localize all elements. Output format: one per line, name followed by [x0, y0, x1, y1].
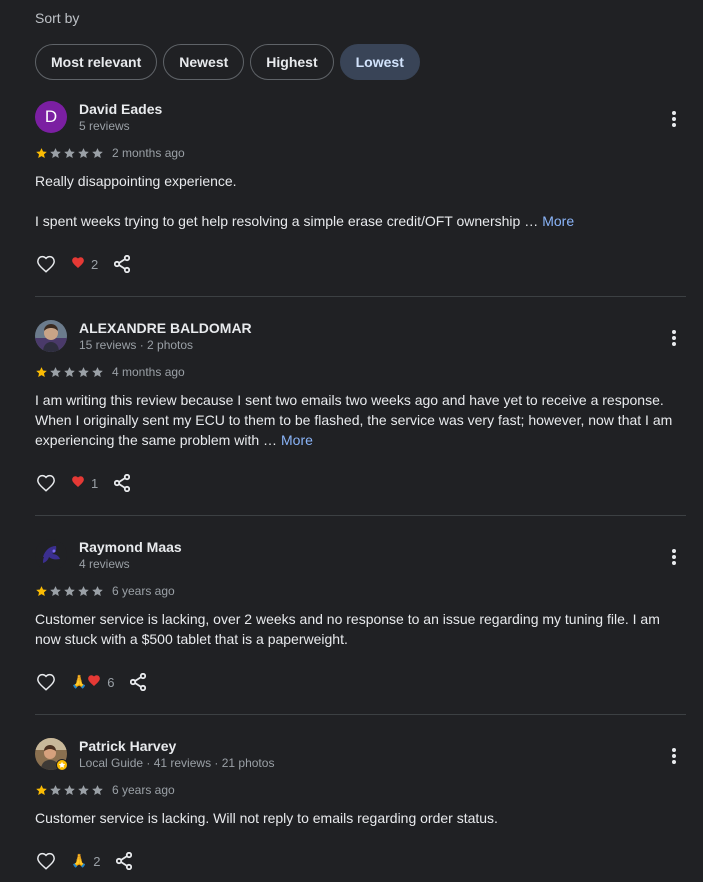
avatar[interactable]: D [35, 101, 67, 133]
star-empty-icon [92, 366, 103, 377]
star-filled-icon [36, 585, 47, 596]
star-empty-icon [64, 147, 75, 158]
star-empty-icon [50, 784, 61, 795]
review-text-line: I am writing this review because I sent … [35, 392, 673, 448]
rating-row: 4 months ago [35, 364, 185, 380]
pray-reaction-icon: 🙏 [71, 674, 88, 689]
review-text: Customer service is lacking. Will not re… [35, 808, 686, 828]
like-heart-icon[interactable] [35, 671, 57, 693]
star-filled-icon [36, 784, 47, 795]
star-empty-icon [64, 585, 75, 596]
reaction-count: 2 [91, 256, 99, 272]
local-guide-badge-icon [56, 759, 68, 771]
review-date: 4 months ago [112, 365, 185, 379]
review-actions: 1 [35, 471, 132, 495]
review-card: Raymond Maas 4 reviews 6 years ago Custo… [35, 539, 686, 699]
review-divider [35, 714, 686, 715]
reactions [71, 475, 85, 491]
review-text-line: Customer service is lacking. Will not re… [35, 810, 498, 826]
review-date: 6 years ago [112, 584, 175, 598]
share-icon[interactable] [112, 473, 132, 493]
review-card: ALEXANDRE BALDOMAR 15 reviews · 2 photos… [35, 320, 686, 500]
reaction-count: 2 [93, 853, 101, 869]
sort-chip-most-relevant[interactable]: Most relevant [35, 44, 158, 80]
reaction-count: 1 [91, 475, 99, 491]
like-heart-icon[interactable] [35, 472, 57, 494]
review-actions: 2 [35, 252, 132, 276]
sort-chip-newest[interactable]: Newest [163, 44, 245, 80]
reactions: 🙏 [71, 674, 101, 690]
review-author-meta: 5 reviews [79, 119, 130, 133]
heart-reaction-icon [71, 475, 85, 491]
share-icon[interactable] [114, 851, 134, 871]
review-divider [35, 296, 686, 297]
star-empty-icon [64, 366, 75, 377]
review-author-name[interactable]: ALEXANDRE BALDOMAR [79, 320, 252, 336]
review-text: Customer service is lacking, over 2 week… [35, 609, 686, 649]
more-options-icon[interactable] [662, 744, 686, 768]
sort-chip-highest[interactable]: Highest [250, 44, 334, 80]
share-icon[interactable] [128, 672, 148, 692]
pray-reaction-icon: 🙏 [71, 853, 88, 868]
star-empty-icon [92, 147, 103, 158]
reaction-count: 6 [107, 674, 115, 690]
more-options-icon[interactable] [662, 545, 686, 569]
review-author-name[interactable]: Patrick Harvey [79, 738, 176, 754]
like-heart-icon[interactable] [35, 850, 57, 872]
star-empty-icon [64, 784, 75, 795]
star-empty-icon [50, 366, 61, 377]
reactions [71, 256, 85, 272]
avatar[interactable] [35, 320, 67, 352]
review-text-paragraph: I am writing this review because I sent … [35, 390, 686, 450]
review-text: I am writing this review because I sent … [35, 390, 686, 450]
sort-chip-lowest[interactable]: Lowest [339, 44, 420, 80]
star-rating [35, 585, 104, 598]
star-rating [35, 147, 104, 160]
sort-chip-group: Most relevant Newest Highest Lowest [35, 44, 420, 80]
review-actions: 🙏 2 [35, 849, 134, 873]
review-actions: 🙏 6 [35, 670, 148, 694]
review-text: Really disappointing experience. I spent… [35, 171, 686, 231]
review-author-meta: 15 reviews · 2 photos [79, 338, 194, 352]
star-empty-icon [50, 585, 61, 596]
more-link[interactable]: More [542, 213, 574, 229]
reactions: 🙏 [71, 854, 87, 868]
review-date: 6 years ago [112, 783, 175, 797]
star-empty-icon [78, 366, 89, 377]
heart-reaction-icon [71, 256, 85, 272]
star-empty-icon [92, 784, 103, 795]
heart-reaction-icon [87, 674, 101, 690]
review-card: Patrick Harvey Local Guide · 41 reviews … [35, 738, 686, 878]
rating-row: 6 years ago [35, 782, 175, 798]
review-author-meta: Local Guide · 41 reviews · 21 photos [79, 756, 275, 770]
more-options-icon[interactable] [662, 107, 686, 131]
star-filled-icon [36, 366, 47, 377]
like-heart-icon[interactable] [35, 253, 57, 275]
star-empty-icon [78, 147, 89, 158]
star-empty-icon [78, 784, 89, 795]
more-options-icon[interactable] [662, 326, 686, 350]
review-author-name[interactable]: Raymond Maas [79, 539, 182, 555]
rating-row: 6 years ago [35, 583, 175, 599]
review-text-paragraph: I spent weeks trying to get help resolvi… [35, 211, 686, 231]
review-card: D David Eades 5 reviews 2 months ago Rea… [35, 101, 686, 281]
review-divider [35, 515, 686, 516]
review-author-name[interactable]: David Eades [79, 101, 162, 117]
star-rating [35, 784, 104, 797]
star-filled-icon [36, 147, 47, 158]
review-text-line: Customer service is lacking, over 2 week… [35, 611, 660, 647]
star-empty-icon [92, 585, 103, 596]
star-empty-icon [50, 147, 61, 158]
share-icon[interactable] [112, 254, 132, 274]
star-empty-icon [78, 585, 89, 596]
review-author-meta: 4 reviews [79, 557, 130, 571]
sort-label: Sort by [35, 10, 80, 26]
review-text-line: Really disappointing experience. [35, 173, 237, 189]
rating-row: 2 months ago [35, 145, 185, 161]
star-rating [35, 366, 104, 379]
review-date: 2 months ago [112, 146, 185, 160]
avatar[interactable] [35, 539, 67, 571]
more-link[interactable]: More [281, 432, 313, 448]
review-text-line: I spent weeks trying to get help resolvi… [35, 213, 539, 229]
